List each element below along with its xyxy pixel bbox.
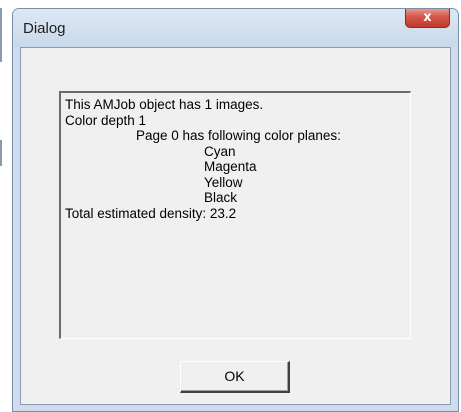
message-line: This AMJob object has 1 images. [65,97,264,112]
ok-button[interactable]: OK [180,361,290,393]
message-line: Total estimated density: 23.2 [65,205,237,221]
color-plane-item: Magenta [204,159,257,174]
background-window-edge [0,8,2,62]
message-line: Page 0 has following color planes: [136,128,341,143]
title-bar[interactable]: Dialog x [13,9,458,47]
color-plane-item: Cyan [204,143,236,159]
color-plane-item: Black [204,190,238,205]
color-plane-item: Yellow [204,174,243,190]
background-window-edge [0,140,2,166]
message-line: Color depth 1 [65,112,147,128]
dialog-client-area: This AMJob object has 1 images. Color de… [20,47,451,405]
message-box: This AMJob object has 1 images. Color de… [59,91,411,339]
dialog-window: Dialog x This AMJob object has 1 images.… [12,8,459,412]
close-button[interactable]: x [405,9,450,28]
window-title: Dialog [23,20,66,37]
close-icon: x [423,10,432,25]
